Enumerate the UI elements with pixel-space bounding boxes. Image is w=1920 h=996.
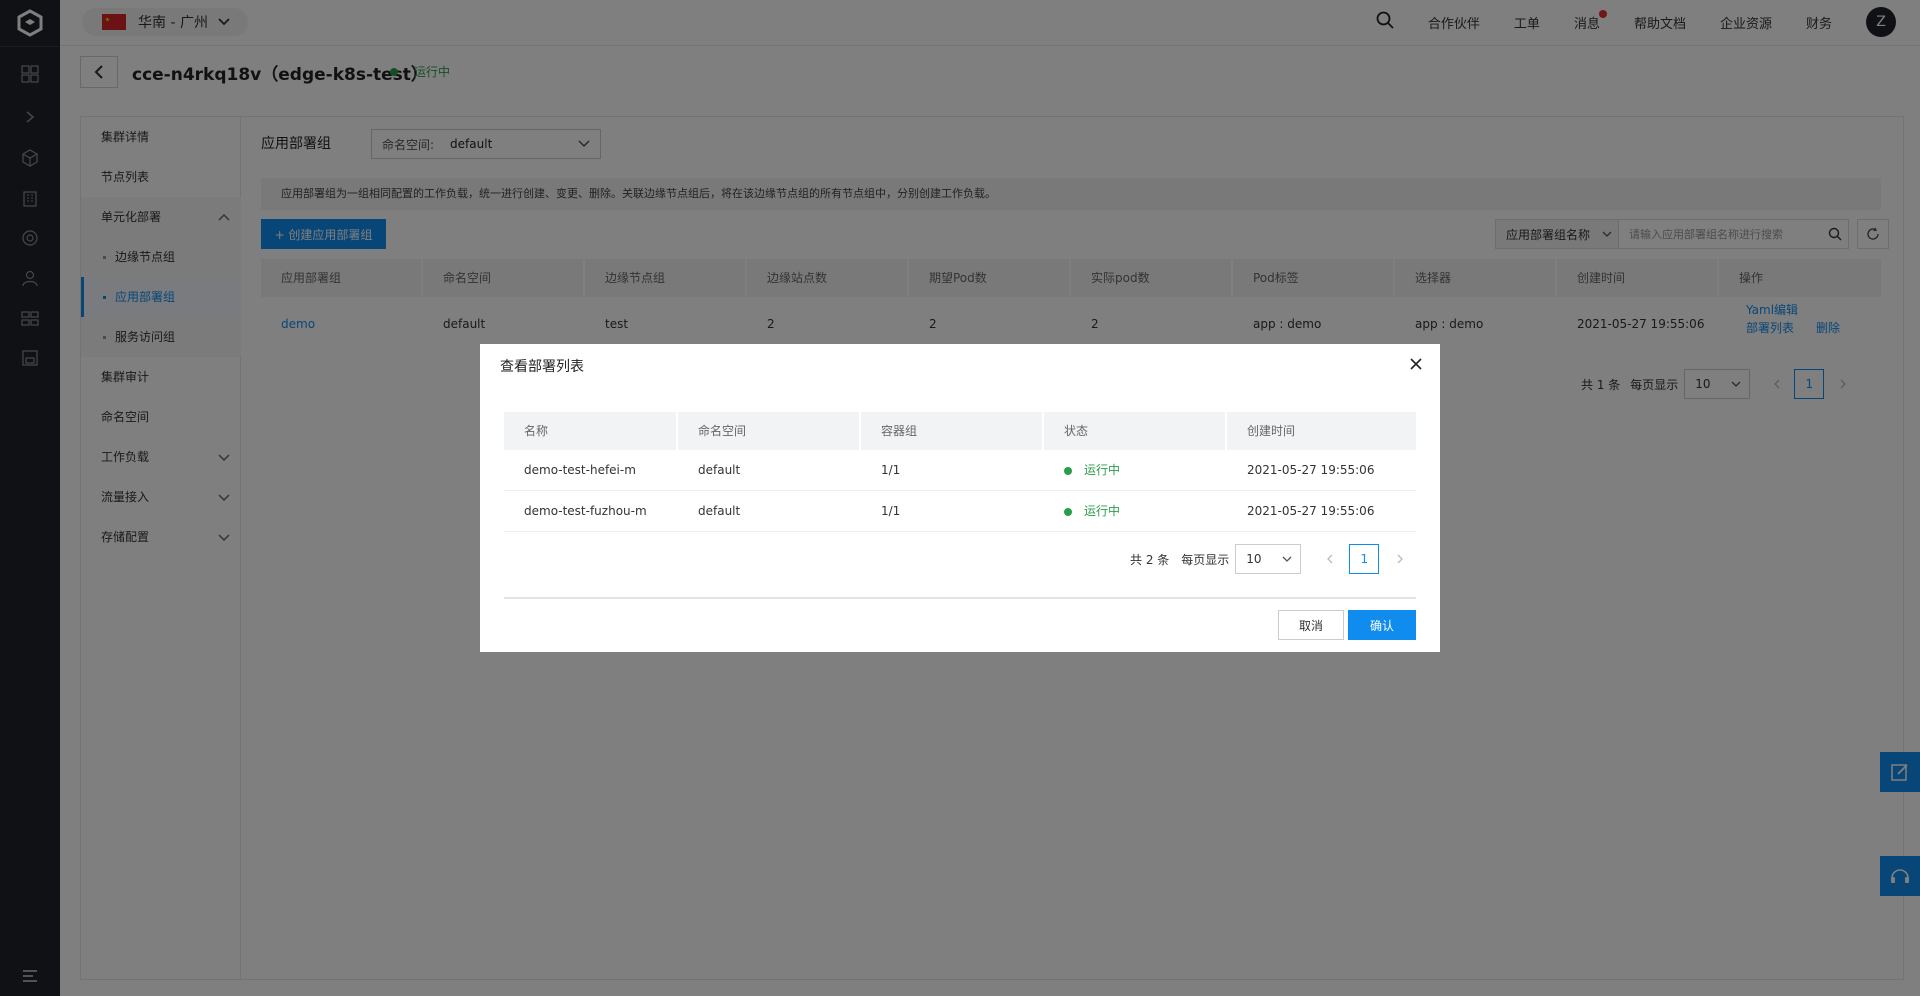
deployment-pods: 1/1 (881, 463, 901, 477)
dialog-footer-divider (504, 597, 1416, 599)
deployment-created: 2021-05-27 19:55:06 (1247, 463, 1375, 477)
status-label: 运行中 (1084, 463, 1121, 477)
deployment-status: 运行中 (1044, 450, 1120, 490)
per-page-label: 每页显示 (1181, 552, 1230, 567)
close-icon[interactable] (1408, 356, 1424, 372)
prev-page-icon[interactable] (1325, 553, 1335, 565)
dialog-pagination: 共 2 条 每页显示 10 1 (1130, 544, 1405, 574)
deployment-name-link[interactable]: demo-test-fuzhou-m (504, 491, 647, 531)
column-header: 命名空间 (678, 412, 861, 450)
status-label: 运行中 (1084, 504, 1121, 518)
confirm-button[interactable]: 确认 (1348, 610, 1416, 640)
deployment-status: 运行中 (1044, 491, 1120, 531)
deployment-created: 2021-05-27 19:55:06 (1247, 504, 1375, 518)
column-header: 创建时间 (1227, 412, 1416, 450)
per-page-select[interactable]: 10 (1235, 544, 1302, 574)
deployment-pods: 1/1 (881, 504, 901, 518)
column-header: 容器组 (861, 412, 1044, 450)
deployment-name-link[interactable]: demo-test-hefei-m (504, 450, 636, 490)
status-dot (1064, 466, 1072, 475)
deploy-list-dialog: 查看部署列表 名称 命名空间 容器组 状态 创建时间 demo-test-hef… (480, 344, 1440, 652)
per-page-value: 10 (1246, 552, 1262, 566)
column-header: 名称 (504, 412, 678, 450)
table-row: demo-test-fuzhou-m default 1/1 运行中 2021-… (504, 491, 1416, 532)
deployment-namespace: default (698, 463, 741, 477)
dialog-title: 查看部署列表 (500, 359, 584, 375)
deployment-namespace: default (698, 504, 741, 518)
chevron-down-icon (1282, 556, 1292, 562)
column-header: 状态 (1044, 412, 1227, 450)
status-dot (1064, 507, 1072, 516)
cancel-button[interactable]: 取消 (1278, 610, 1344, 640)
next-page-icon[interactable] (1395, 553, 1405, 565)
table-row: demo-test-hefei-m default 1/1 运行中 2021-0… (504, 450, 1416, 491)
total-count: 共 2 条 (1130, 552, 1170, 567)
page-number[interactable]: 1 (1349, 544, 1380, 574)
